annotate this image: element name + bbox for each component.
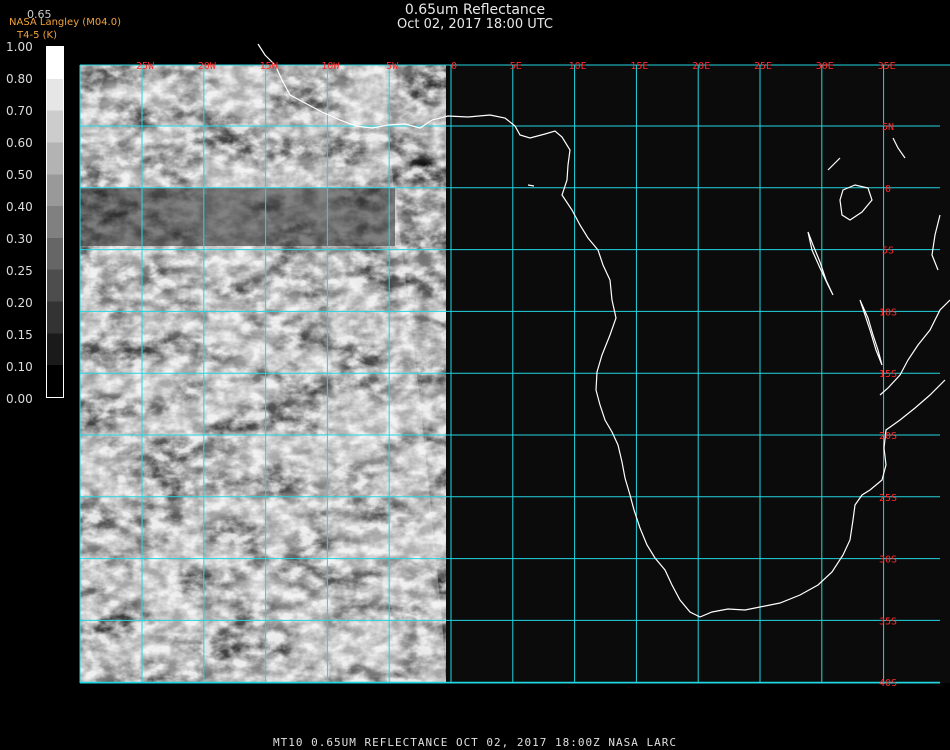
latitude-label: 0	[885, 184, 891, 195]
latitude-label: 30S	[879, 555, 897, 566]
latitude-label: 10S	[879, 307, 897, 318]
longitude-label: 15E	[630, 61, 648, 72]
latitude-label: 20S	[879, 431, 897, 442]
colorbar-tick: 0.50	[6, 168, 33, 182]
longitude-label: 20W	[198, 61, 217, 72]
credit-label: NASA Langley (M04.0)	[9, 17, 121, 28]
longitude-label: 10W	[321, 61, 340, 72]
colorbar-label: 0.65	[27, 8, 52, 21]
colorbar-tick: 0.10	[6, 360, 33, 374]
colorbar-tick: 1.00	[6, 40, 33, 54]
longitude-label: 35E	[878, 61, 896, 72]
latitude-label: 35S	[879, 616, 897, 627]
longitude-label: 20E	[692, 61, 710, 72]
longitude-label: 5W	[386, 61, 399, 72]
clear-sky-band	[80, 188, 395, 246]
colorbar-tick: 0.25	[6, 264, 33, 278]
longitude-label: 25W	[136, 61, 155, 72]
footer-caption: MT10 0.65UM REFLECTANCE OCT 02, 2017 18:…	[273, 736, 677, 749]
colorbar-tick: 0.15	[6, 328, 33, 342]
colorbar-tick: 0.30	[6, 232, 33, 246]
colorbar-tick: 0.60	[6, 136, 33, 150]
colorbar-tick: 0.40	[6, 200, 33, 214]
longitude-label: 5E	[510, 61, 522, 72]
latitude-label: 25S	[879, 493, 897, 504]
colorbar	[46, 46, 64, 398]
longitude-label: 25E	[754, 61, 772, 72]
latitude-label: 15S	[879, 369, 897, 380]
colorbar-tick: 0.20	[6, 296, 33, 310]
colorbar-tick: 0.00	[6, 392, 33, 406]
longitude-label: 30E	[816, 61, 834, 72]
latitude-label: 5N	[882, 122, 894, 133]
longitude-label: 0	[451, 61, 457, 72]
image-title: 0.65um Reflectance	[404, 2, 546, 18]
colorbar-tick: 0.80	[6, 72, 33, 86]
latitude-label: 40S	[879, 678, 897, 689]
colorbar-tick: 0.70	[6, 104, 33, 118]
latitude-label: 5S	[882, 246, 894, 257]
image-datetime: Oct 02, 2017 18:00 UTC	[397, 17, 553, 32]
longitude-label: 15W	[260, 61, 279, 72]
longitude-label: 10E	[569, 61, 587, 72]
satellite-map: 25W 20W 15W 10W 5W 0 5E 10E 15E 20E 25E 30E 35E 5N 0 5…	[79, 43, 950, 689]
